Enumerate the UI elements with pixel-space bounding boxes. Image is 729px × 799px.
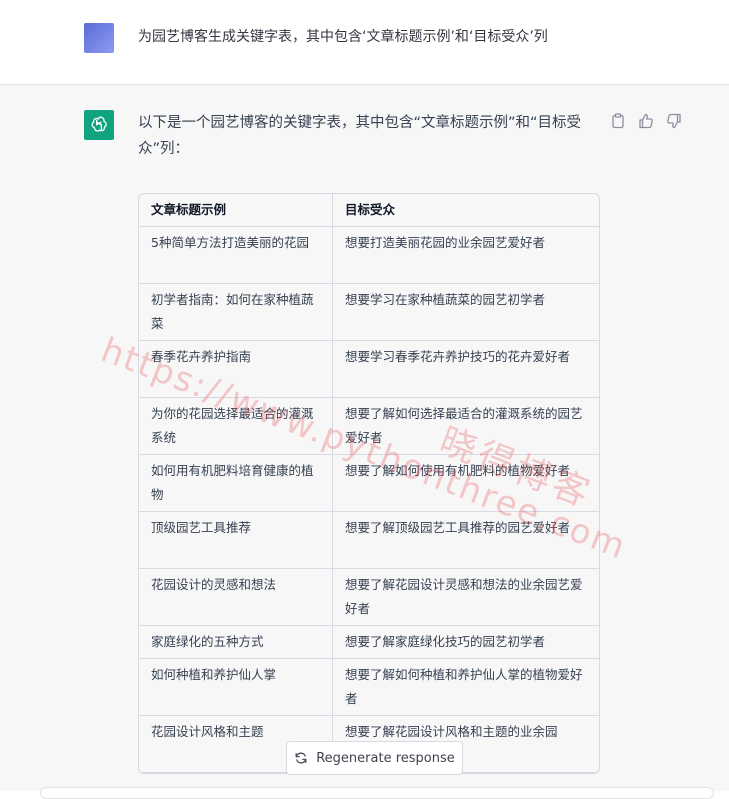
chat-input-box[interactable] (40, 787, 714, 799)
table-row: 如何用有机肥料培育健康的植物 想要了解如何使用有机肥料的植物爱好者 (139, 454, 599, 512)
thumbs-down-icon[interactable] (666, 113, 682, 129)
cell-target-audience: 想要了解如何使用有机肥料的植物爱好者 (332, 454, 599, 512)
clipboard-icon[interactable] (610, 113, 626, 129)
message-actions (610, 113, 682, 129)
cell-article-title: 5种简单方法打造美丽的花园 (139, 226, 333, 284)
cell-article-title: 为你的花园选择最适合的灌溉系统 (139, 397, 333, 455)
table-row: 5种简单方法打造美丽的花园 想要打造美丽花园的业余园艺爱好者 (139, 226, 599, 284)
cell-target-audience: 想要学习在家种植蔬菜的园艺初学者 (332, 283, 599, 341)
cell-target-audience: 想要了解如何选择最适合的灌溉系统的园艺爱好者 (332, 397, 599, 455)
cell-article-title: 花园设计的灵感和想法 (139, 568, 333, 626)
table-row: 初学者指南：如何在家种植蔬菜 想要学习在家种植蔬菜的园艺初学者 (139, 283, 599, 341)
assistant-message-row: 以下是一个园艺博客的关键字表，其中包含“文章标题示例”和“目标受众”列： 文章标… (0, 85, 729, 791)
cell-article-title: 春季花卉养护指南 (139, 340, 333, 398)
cell-article-title: 家庭绿化的五种方式 (139, 625, 333, 659)
table-row: 为你的花园选择最适合的灌溉系统 想要了解如何选择最适合的灌溉系统的园艺爱好者 (139, 397, 599, 455)
table-row: 春季花卉养护指南 想要学习春季花卉养护技巧的花卉爱好者 (139, 340, 599, 398)
cell-target-audience: 想要了解花园设计灵感和想法的业余园艺爱好者 (332, 568, 599, 626)
chatgpt-logo-icon (84, 110, 114, 140)
user-message-row: 为园艺博客生成关键字表，其中包含‘文章标题示例’和‘目标受众’列 (0, 0, 729, 85)
cell-target-audience: 想要了解家庭绿化技巧的园艺初学者 (332, 625, 599, 659)
cell-target-audience: 想要学习春季花卉养护技巧的花卉爱好者 (332, 340, 599, 398)
cell-article-title: 初学者指南：如何在家种植蔬菜 (139, 283, 333, 341)
user-message-text: 为园艺博客生成关键字表，其中包含‘文章标题示例’和‘目标受众’列 (138, 29, 548, 45)
cell-article-title: 顶级园艺工具推荐 (139, 511, 333, 569)
keyword-table: 文章标题示例 目标受众 5种简单方法打造美丽的花园 想要打造美丽花园的业余园艺爱… (139, 194, 599, 773)
cell-target-audience: 想要打造美丽花园的业余园艺爱好者 (332, 226, 599, 284)
table-row: 如何种植和养护仙人掌 想要了解如何种植和养护仙人掌的植物爱好者 (139, 658, 599, 716)
cell-target-audience: 想要了解顶级园艺工具推荐的园艺爱好者 (332, 511, 599, 569)
regenerate-label: Regenerate response (316, 750, 455, 766)
refresh-icon (295, 752, 307, 764)
thumbs-up-icon[interactable] (638, 113, 654, 129)
table-header-row: 文章标题示例 目标受众 (139, 194, 599, 227)
cell-target-audience: 想要了解如何种植和养护仙人掌的植物爱好者 (332, 658, 599, 716)
header-target-audience: 目标受众 (332, 194, 599, 227)
regenerate-response-button[interactable]: Regenerate response (286, 741, 463, 775)
cell-article-title: 如何用有机肥料培育健康的植物 (139, 454, 333, 512)
header-article-title: 文章标题示例 (139, 194, 333, 227)
cell-article-title: 如何种植和养护仙人掌 (139, 658, 333, 716)
user-avatar (84, 23, 114, 53)
assistant-intro-text: 以下是一个园艺博客的关键字表，其中包含“文章标题示例”和“目标受众”列： (138, 115, 582, 157)
keyword-table-container: 文章标题示例 目标受众 5种简单方法打造美丽的花园 想要打造美丽花园的业余园艺爱… (138, 193, 600, 774)
table-row: 花园设计的灵感和想法 想要了解花园设计灵感和想法的业余园艺爱好者 (139, 568, 599, 626)
table-row: 家庭绿化的五种方式 想要了解家庭绿化技巧的园艺初学者 (139, 625, 599, 659)
table-row: 顶级园艺工具推荐 想要了解顶级园艺工具推荐的园艺爱好者 (139, 511, 599, 569)
